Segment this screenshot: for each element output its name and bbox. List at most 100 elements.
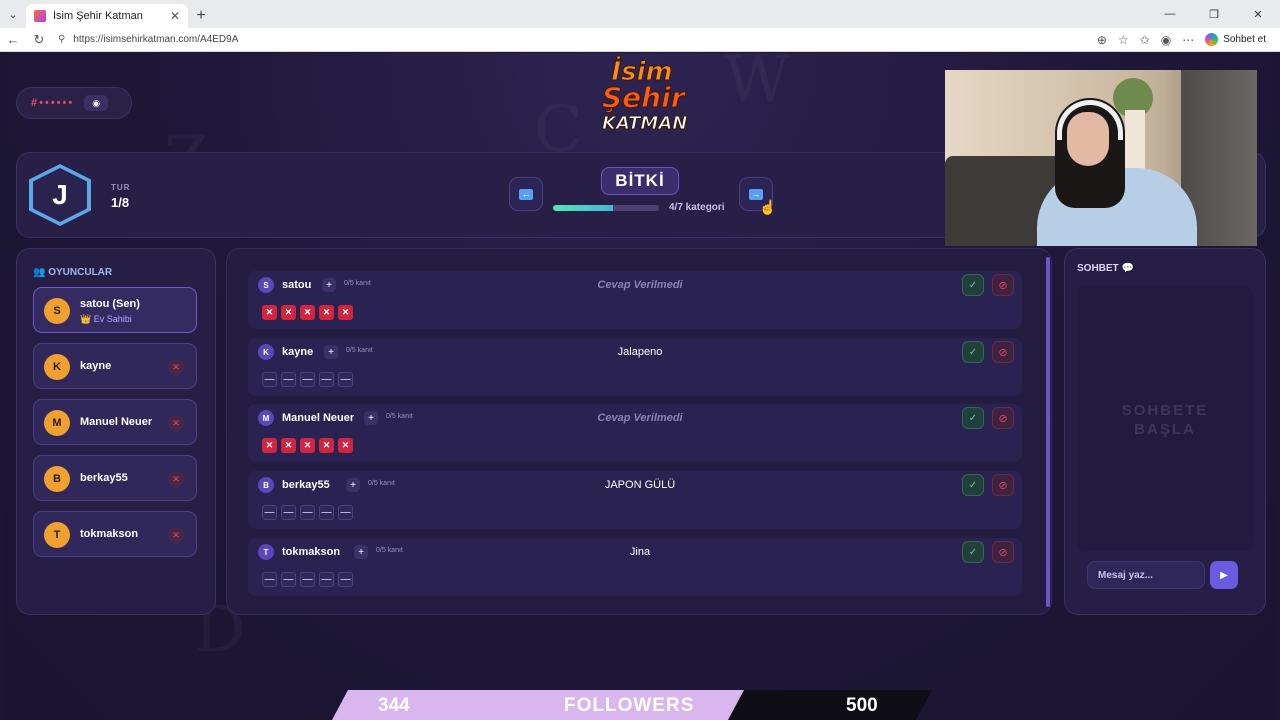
logo-line-3: KATMAN [602, 113, 688, 135]
answer-avatar: B [258, 477, 274, 493]
reject-answer-icon[interactable]: ⊘ [992, 407, 1014, 429]
approve-answer-icon[interactable]: ✓ [962, 474, 984, 496]
reject-answer-icon[interactable]: ⊘ [992, 474, 1014, 496]
chat-empty-line-2: BAŞLA [1134, 421, 1196, 438]
chat-message-input[interactable] [1087, 561, 1205, 589]
maximize-icon[interactable]: ❐ [1192, 0, 1236, 28]
answer-avatar: S [258, 277, 274, 293]
vote-pending: — [300, 505, 315, 520]
approve-answer-icon[interactable]: ✓ [962, 541, 984, 563]
answer-text: Cevap Verilmedi [597, 412, 683, 424]
chat-empty-state: SOHBETE BAŞLA [1077, 401, 1253, 439]
letter-hexagon: J [29, 164, 91, 226]
browser-tab[interactable]: İsim Şehir Katman ✕ [26, 4, 188, 28]
show-code-eye-icon[interactable]: ◉ [84, 95, 109, 111]
vote-pending: — [262, 372, 277, 387]
approve-answer-icon[interactable]: ✓ [962, 274, 984, 296]
player-avatar: S [44, 298, 70, 324]
player-card-manuel-neuer[interactable]: M Manuel Neuer ✕ [33, 399, 197, 445]
favorite-star-icon[interactable]: ☆ [1118, 33, 1129, 47]
vote-pending: — [262, 572, 277, 587]
answer-player-name: tokmakson [282, 546, 341, 558]
category-name: BİTKİ [601, 167, 679, 195]
favorites-icon[interactable]: ✩ [1140, 33, 1150, 47]
add-proof-plus-icon[interactable]: + [346, 478, 360, 492]
chat-messages: SOHBETE BAŞLA [1077, 285, 1253, 551]
browser-tab-strip: ⌄ İsim Şehir Katman ✕ + — ❐ ✕ [0, 0, 1280, 28]
kick-player-icon[interactable]: ✕ [168, 415, 184, 431]
approve-answer-icon[interactable]: ✓ [962, 407, 984, 429]
answer-row-satou: S satou + 0/5 kanıt Cevap Verilmedi ✓ ⊘ … [248, 271, 1022, 329]
followers-goal: 500 [846, 695, 878, 716]
vote-pending: — [300, 572, 315, 587]
answers-scrollbar-thumb[interactable] [1046, 257, 1050, 607]
kick-player-icon[interactable]: ✕ [168, 359, 184, 375]
send-message-icon[interactable]: ▶ [1210, 561, 1238, 589]
player-card-satou[interactable]: S satou (Sen) 👑 Ev Sahibi [33, 287, 197, 333]
answer-player-name: satou [282, 279, 312, 291]
answer-player-name: Manuel Neuer [282, 412, 355, 424]
add-proof-plus-icon[interactable]: + [322, 278, 336, 292]
chat-empty-line-1: SOHBETE [1121, 402, 1209, 419]
reload-icon[interactable]: ↻ [26, 28, 52, 52]
webcam-shelf [1125, 110, 1145, 170]
player-card-kayne[interactable]: K kayne ✕ [33, 343, 197, 389]
answer-text: Cevap Verilmedi [597, 279, 683, 291]
round-letter: J [33, 168, 87, 222]
read-aloud-icon[interactable]: ⊕ [1097, 33, 1107, 47]
tab-list-chevron-icon[interactable]: ⌄ [0, 0, 26, 28]
vote-pending: — [262, 505, 277, 520]
answer-avatar: M [258, 410, 274, 426]
add-proof-plus-icon[interactable]: + [364, 411, 378, 425]
players-panel: 👥 OYUNCULAR S satou (Sen) 👑 Ev Sahibi K … [16, 248, 216, 615]
player-avatar: K [44, 354, 70, 380]
vote-reject-icon: ✕ [281, 438, 296, 453]
game-page: Z C W D #•••••• ◉ İsim Şehir KATMAN J TU… [4, 53, 1276, 720]
chat-panel: SOHBET 💬 SOHBETE BAŞLA ▶ [1064, 248, 1266, 615]
player-avatar: M [44, 410, 70, 436]
kick-player-icon[interactable]: ✕ [168, 471, 184, 487]
vote-pending: — [300, 372, 315, 387]
arrow-right-icon: → [749, 188, 763, 200]
host-label: Ev Sahibi [93, 314, 132, 324]
url-field[interactable]: ⚲ https://isimsehirkatman.com/A4ED9A [58, 31, 1097, 49]
minimize-icon[interactable]: — [1148, 0, 1192, 28]
player-card-berkay55[interactable]: B berkay55 ✕ [33, 455, 197, 501]
add-proof-plus-icon[interactable]: + [324, 345, 338, 359]
site-info-icon[interactable]: ⚲ [58, 34, 65, 45]
player-card-tokmakson[interactable]: T tokmakson ✕ [33, 511, 197, 557]
players-title: 👥 OYUNCULAR [33, 267, 112, 278]
reject-answer-icon[interactable]: ⊘ [992, 274, 1014, 296]
answer-row-berkay55: B berkay55 + 0/5 kanıt JAPON GÜLÜ ✓ ⊘ — … [248, 471, 1022, 529]
reject-answer-icon[interactable]: ⊘ [992, 341, 1014, 363]
previous-category-button[interactable]: ← [509, 177, 543, 211]
tab-close-icon[interactable]: ✕ [170, 9, 180, 23]
answer-row-manuel-neuer: M Manuel Neuer + 0/5 kanıt Cevap Verilme… [248, 404, 1022, 462]
back-arrow-icon[interactable]: ← [0, 28, 26, 52]
background-decoration: W [724, 53, 790, 117]
new-tab-plus-icon[interactable]: + [188, 4, 214, 28]
answer-text: Jina [629, 546, 651, 558]
add-proof-plus-icon[interactable]: + [354, 545, 368, 559]
answer-avatar: T [258, 544, 274, 560]
followers-label: FOLLOWERS [564, 695, 695, 716]
address-bar-actions: ⊕ ☆ ✩ ◉ ⋯ Sohbet et [1097, 33, 1280, 47]
answer-row-tokmakson: T tokmakson + 0/5 kanıt Jina ✓ ⊘ — — — —… [248, 538, 1022, 596]
kick-player-icon[interactable]: ✕ [168, 527, 184, 543]
more-menu-icon[interactable]: ⋯ [1182, 33, 1194, 47]
vote-pending: — [319, 372, 334, 387]
chat-title-text: SOHBET [1077, 263, 1119, 274]
answer-player-name: berkay55 [282, 479, 330, 491]
logo-line-2: Şehir [602, 81, 686, 114]
vote-pending: — [338, 505, 353, 520]
vote-pending: — [319, 572, 334, 587]
chat-bubble-icon: 💬 [1118, 263, 1134, 274]
proof-count: 0/5 kanıt [386, 413, 413, 420]
copilot-chat-button[interactable]: Sohbet et [1205, 33, 1266, 46]
close-window-icon[interactable]: ✕ [1236, 0, 1280, 28]
profile-icon[interactable]: ◉ [1161, 33, 1171, 47]
reject-answer-icon[interactable]: ⊘ [992, 541, 1014, 563]
vote-pending: — [319, 505, 334, 520]
vote-pending: — [281, 505, 296, 520]
approve-answer-icon[interactable]: ✓ [962, 341, 984, 363]
